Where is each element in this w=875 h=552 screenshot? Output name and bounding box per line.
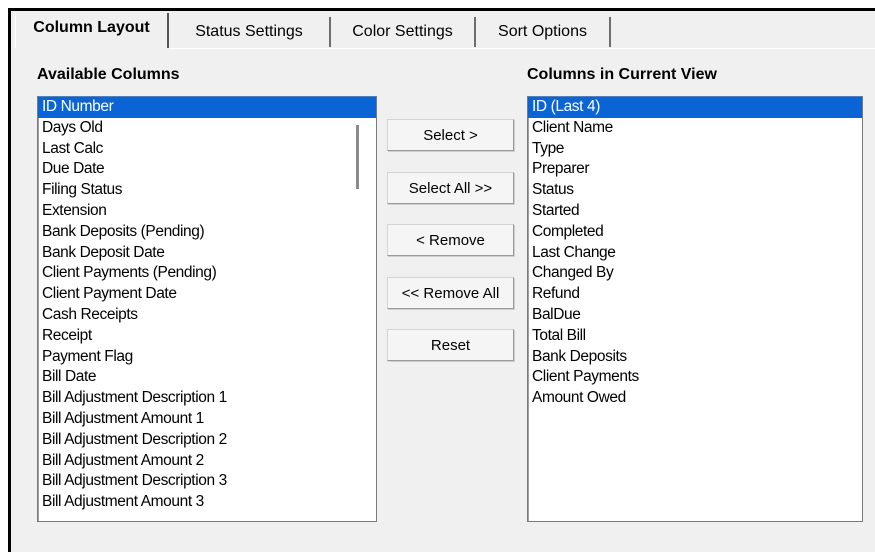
current-column-item[interactable]: Changed By bbox=[528, 263, 862, 284]
available-column-item[interactable]: Payment Flag bbox=[38, 347, 376, 368]
tab-sort-options[interactable]: Sort Options bbox=[476, 17, 611, 47]
available-column-item[interactable]: Bill Date bbox=[38, 367, 376, 388]
current-column-item[interactable]: Client Name bbox=[528, 118, 862, 139]
available-column-item[interactable]: Cash Receipts bbox=[38, 305, 376, 326]
available-column-item[interactable]: Bill Adjustment Amount 3 bbox=[38, 492, 376, 513]
available-column-item[interactable]: Bank Deposit Date bbox=[38, 243, 376, 264]
current-column-item[interactable]: Preparer bbox=[528, 159, 862, 180]
available-column-item[interactable]: Bill Adjustment Description 1 bbox=[38, 388, 376, 409]
available-column-item[interactable]: Bill Adjustment Amount 1 bbox=[38, 409, 376, 430]
remove-all-button[interactable]: << Remove All bbox=[387, 277, 514, 309]
available-columns-heading: Available Columns bbox=[37, 66, 180, 83]
tab-column-layout[interactable]: Column Layout bbox=[15, 13, 169, 48]
current-column-item[interactable]: Started bbox=[528, 201, 862, 222]
current-view-heading: Columns in Current View bbox=[527, 66, 717, 83]
current-column-item[interactable]: Total Bill bbox=[528, 326, 862, 347]
available-column-item[interactable]: Client Payments (Pending) bbox=[38, 263, 376, 284]
current-column-item[interactable]: Client Payments bbox=[528, 367, 862, 388]
available-column-item[interactable]: Days Old bbox=[38, 118, 376, 139]
scrollbar-thumb[interactable] bbox=[356, 125, 359, 189]
current-column-item[interactable]: Status bbox=[528, 180, 862, 201]
current-view-listbox[interactable]: ID (Last 4) Client Name Type Preparer Status… bbox=[527, 96, 863, 522]
tab-baseline bbox=[169, 48, 875, 49]
current-column-item[interactable]: Amount Owed bbox=[528, 388, 862, 409]
available-column-item[interactable]: ID Number bbox=[38, 97, 376, 118]
available-column-item[interactable]: Client Payment Date bbox=[38, 284, 376, 305]
tab-strip: Column Layout Status Settings Color Sett… bbox=[11, 11, 875, 51]
available-column-item[interactable]: Bill Adjustment Description 2 bbox=[38, 430, 376, 451]
current-column-item[interactable]: Completed bbox=[528, 222, 862, 243]
current-column-item[interactable]: Last Change bbox=[528, 243, 862, 264]
available-column-item[interactable]: Bill Adjustment Description 3 bbox=[38, 471, 376, 492]
current-column-item[interactable]: ID (Last 4) bbox=[528, 97, 862, 118]
available-column-item[interactable]: Filing Status bbox=[38, 180, 376, 201]
current-column-item[interactable]: Refund bbox=[528, 284, 862, 305]
available-column-item[interactable]: Due Date bbox=[38, 159, 376, 180]
available-column-item[interactable]: Last Calc bbox=[38, 139, 376, 160]
available-column-item[interactable]: Extension bbox=[38, 201, 376, 222]
select-all-button[interactable]: Select All >> bbox=[387, 172, 514, 204]
available-column-item[interactable]: Bill Adjustment Amount 2 bbox=[38, 451, 376, 472]
current-column-item[interactable]: BalDue bbox=[528, 305, 862, 326]
current-column-item[interactable]: Type bbox=[528, 139, 862, 160]
remove-button[interactable]: < Remove bbox=[387, 224, 514, 256]
select-button[interactable]: Select > bbox=[387, 119, 514, 151]
current-column-item[interactable]: Bank Deposits bbox=[528, 347, 862, 368]
available-columns-listbox[interactable]: ID Number Days Old Last Calc Due Date Filing… bbox=[37, 96, 377, 522]
reset-button[interactable]: Reset bbox=[387, 329, 514, 361]
dialog-panel: Column Layout Status Settings Color Sett… bbox=[8, 8, 875, 552]
tab-color-settings[interactable]: Color Settings bbox=[331, 17, 476, 47]
tab-status-settings[interactable]: Status Settings bbox=[169, 17, 331, 47]
available-column-item[interactable]: Receipt bbox=[38, 326, 376, 347]
available-column-item[interactable]: Bank Deposits (Pending) bbox=[38, 222, 376, 243]
